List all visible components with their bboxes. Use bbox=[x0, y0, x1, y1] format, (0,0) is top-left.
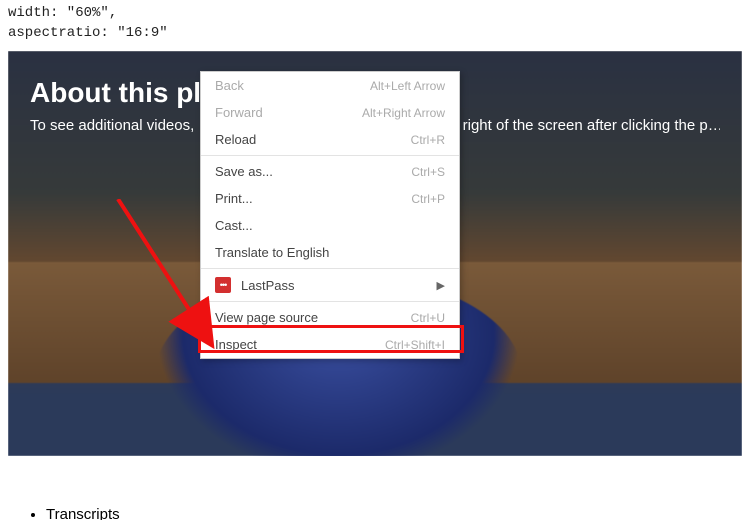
list-item-label: Transcripts bbox=[46, 506, 120, 520]
context-menu-translate[interactable]: Translate to English bbox=[201, 239, 459, 266]
context-menu-reload[interactable]: Reload Ctrl+R bbox=[201, 126, 459, 153]
code-snippet: width: "60%", aspectratio: "16:9" bbox=[0, 0, 750, 51]
context-menu-print[interactable]: Print... Ctrl+P bbox=[201, 185, 459, 212]
context-menu-back[interactable]: Back Alt+Left Arrow bbox=[201, 72, 459, 99]
submenu-arrow-icon: ▶ bbox=[437, 279, 445, 292]
context-menu-lastpass-label: LastPass bbox=[241, 278, 294, 293]
context-menu-separator bbox=[201, 155, 459, 156]
context-menu-forward-shortcut: Alt+Right Arrow bbox=[362, 106, 445, 120]
context-menu-save-as[interactable]: Save as... Ctrl+S bbox=[201, 158, 459, 185]
context-menu-print-label: Print... bbox=[215, 191, 253, 206]
context-menu-save-as-label: Save as... bbox=[215, 164, 273, 179]
video-sub-suffix: right of the screen after clicking the p… bbox=[463, 117, 720, 134]
lastpass-icon: ••• bbox=[215, 277, 231, 293]
browser-context-menu: Back Alt+Left Arrow Forward Alt+Right Ar… bbox=[200, 71, 460, 359]
context-menu-cast[interactable]: Cast... bbox=[201, 212, 459, 239]
list-item-transcripts[interactable]: Transcripts Transcript: Introduction bbox=[46, 506, 742, 520]
context-menu-cast-label: Cast... bbox=[215, 218, 253, 233]
context-menu-print-shortcut: Ctrl+P bbox=[411, 192, 445, 206]
context-menu-inspect[interactable]: Inspect Ctrl+Shift+I bbox=[201, 331, 459, 358]
code-line-1: width: "60%", bbox=[8, 5, 117, 21]
context-menu-back-shortcut: Alt+Left Arrow bbox=[370, 79, 445, 93]
context-menu-forward-label: Forward bbox=[215, 105, 263, 120]
context-menu-back-label: Back bbox=[215, 78, 244, 93]
video-sub-prefix: To see additional videos, bbox=[30, 117, 194, 134]
context-menu-inspect-shortcut: Ctrl+Shift+I bbox=[385, 338, 445, 352]
code-line-2: aspectratio: "16:9" bbox=[8, 25, 168, 41]
context-menu-view-source[interactable]: View page source Ctrl+U bbox=[201, 304, 459, 331]
context-menu-reload-shortcut: Ctrl+R bbox=[411, 133, 445, 147]
context-menu-reload-label: Reload bbox=[215, 132, 256, 147]
page-content-list: Transcripts Transcript: Introduction bbox=[0, 456, 750, 520]
context-menu-separator bbox=[201, 268, 459, 269]
context-menu-save-as-shortcut: Ctrl+S bbox=[411, 165, 445, 179]
context-menu-lastpass[interactable]: ••• LastPass ▶ bbox=[201, 271, 459, 299]
context-menu-translate-label: Translate to English bbox=[215, 245, 329, 260]
context-menu-forward[interactable]: Forward Alt+Right Arrow bbox=[201, 99, 459, 126]
video-embed[interactable]: About this playl To see additional video… bbox=[8, 51, 742, 456]
context-menu-view-source-shortcut: Ctrl+U bbox=[411, 311, 445, 325]
context-menu-view-source-label: View page source bbox=[215, 310, 318, 325]
context-menu-inspect-label: Inspect bbox=[215, 337, 257, 352]
context-menu-separator bbox=[201, 301, 459, 302]
